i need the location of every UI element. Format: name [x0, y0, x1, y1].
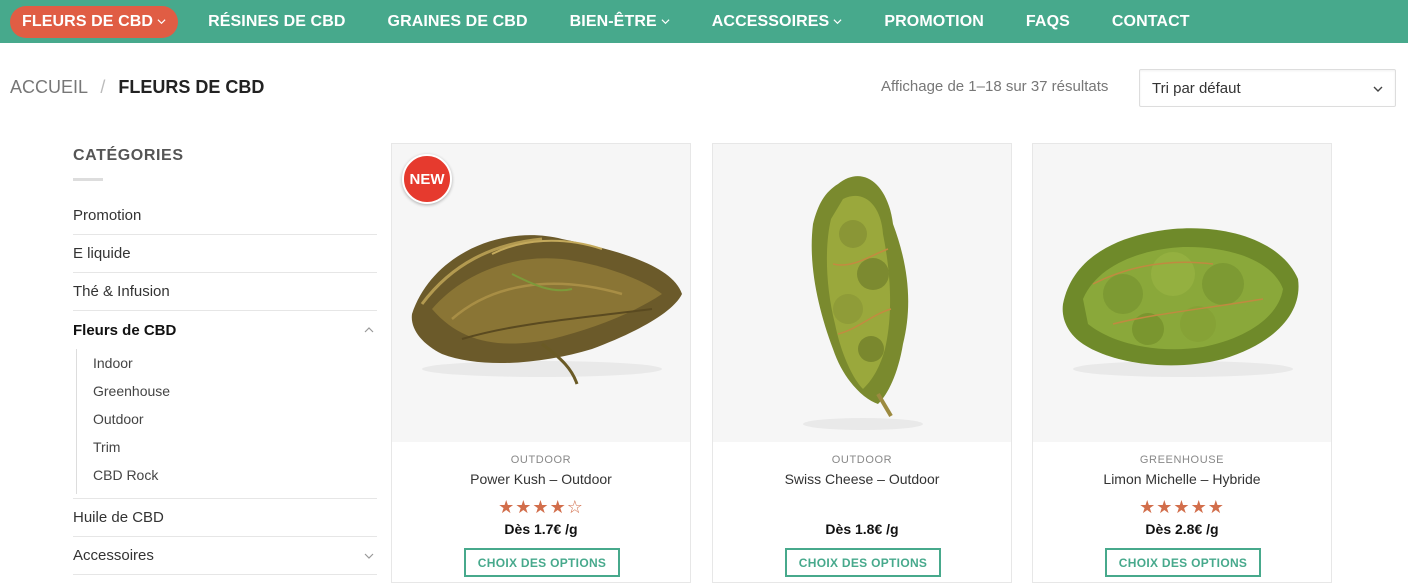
results-count: Affichage de 1–18 sur 37 résultats	[881, 78, 1109, 95]
star-icon: ★	[549, 497, 567, 517]
choose-options-button[interactable]: CHOIX DES OPTIONS	[785, 548, 941, 577]
product-image[interactable]: NEW	[392, 144, 690, 442]
product-card[interactable]: GREENHOUSE Limon Michelle – Hybride ★★★★…	[1032, 143, 1332, 583]
star-icon: ★	[1156, 497, 1174, 517]
star-icon: ★	[1190, 497, 1208, 517]
sidebar-item-label: Thé & Infusion	[73, 283, 170, 300]
star-icon: ★	[498, 497, 516, 517]
chevron-down-icon	[661, 19, 670, 25]
sidebar-item-label: Fleurs de CBD	[73, 321, 177, 339]
sidebar-item-fleurs-de-cbd[interactable]: Fleurs de CBD	[73, 311, 377, 349]
nav-item-label: PROMOTION	[884, 12, 984, 30]
choose-options-button[interactable]: CHOIX DES OPTIONS	[1105, 548, 1261, 577]
sidebar-item-label: E liquide	[73, 245, 131, 262]
product-card[interactable]: OUTDOOR Swiss Cheese – Outdoor Dès 1.8€ …	[712, 143, 1012, 583]
sidebar-item-e-liquide[interactable]: E liquide	[73, 235, 377, 273]
product-name[interactable]: Swiss Cheese – Outdoor	[713, 471, 1011, 487]
sidebar-item-promotion[interactable]: Promotion	[73, 197, 377, 235]
rating-stars: ★★★★☆	[392, 498, 690, 516]
breadcrumb-current: FLEURS DE CBD	[118, 77, 265, 97]
nav-item-label: ACCESSOIRES	[711, 12, 830, 30]
product-name[interactable]: Power Kush – Outdoor	[392, 471, 690, 487]
sidebar-item-label: Huile de CBD	[73, 509, 164, 526]
nav-item-label: FAQS	[1025, 12, 1070, 30]
rating-stars: ★★★★★	[1033, 498, 1331, 516]
chevron-down-icon	[833, 19, 842, 25]
nav-item-resines-de-cbd[interactable]: RÉSINES DE CBD	[208, 6, 345, 38]
breadcrumb-home-link[interactable]: ACCUEIL	[10, 77, 87, 97]
sort-selected-value: Tri par défaut	[1152, 79, 1241, 97]
nav-item-contact[interactable]: CONTACT	[1112, 6, 1190, 38]
cbd-bud-image	[1033, 144, 1331, 442]
star-icon: ★	[532, 497, 550, 517]
new-badge: NEW	[402, 154, 452, 204]
subcategory-cbd-rock[interactable]: CBD Rock	[93, 461, 377, 489]
breadcrumb-separator: /	[100, 77, 106, 97]
chevron-down-icon[interactable]	[363, 550, 375, 562]
star-icon: ★	[1173, 497, 1191, 517]
sidebar-item-accessoires[interactable]: Accessoires	[73, 537, 377, 575]
product-image[interactable]	[1033, 144, 1331, 442]
chevron-down-icon	[1373, 86, 1383, 92]
nav-item-fleurs-de-cbd[interactable]: FLEURS DE CBD	[10, 5, 179, 38]
product-card[interactable]: NEW OUTDOOR Power Kush – Outdoor ★★★★☆ D…	[391, 143, 691, 583]
main-navigation: FLEURS DE CBD RÉSINES DE CBD GRAINES DE …	[0, 0, 1408, 43]
breadcrumb: ACCUEIL / FLEURS DE CBD	[10, 77, 264, 98]
nav-item-label: FLEURS DE CBD	[22, 12, 154, 30]
categories-sidebar: CATÉGORIES Promotion E liquide Thé & Inf…	[73, 140, 377, 575]
nav-item-label: BIEN-ÊTRE	[569, 12, 657, 30]
chevron-up-icon[interactable]	[363, 324, 375, 336]
product-image[interactable]	[713, 144, 1011, 442]
star-icon: ★	[515, 497, 533, 517]
subcategory-group: Indoor Greenhouse Outdoor Trim CBD Rock	[73, 349, 377, 499]
sidebar-item-the-infusion[interactable]: Thé & Infusion	[73, 273, 377, 311]
nav-item-label: RÉSINES DE CBD	[208, 12, 346, 30]
chevron-down-icon	[157, 19, 166, 25]
sidebar-item-label: Promotion	[73, 207, 142, 224]
nav-item-label: CONTACT	[1111, 12, 1190, 30]
choose-options-button[interactable]: CHOIX DES OPTIONS	[464, 548, 620, 577]
sidebar-item-label: Accessoires	[73, 547, 154, 564]
product-price: Dès 2.8€ /g	[1145, 521, 1219, 537]
subcategory-list: Indoor Greenhouse Outdoor Trim CBD Rock	[76, 349, 377, 494]
subcategory-outdoor[interactable]: Outdoor	[93, 405, 377, 433]
title-divider	[73, 178, 103, 181]
category-list: Promotion E liquide Thé & Infusion Fleur…	[73, 197, 377, 575]
nav-item-label: GRAINES DE CBD	[387, 12, 528, 30]
subcategory-indoor[interactable]: Indoor	[93, 349, 377, 377]
sidebar-title: CATÉGORIES	[73, 147, 184, 164]
subcategory-trim[interactable]: Trim	[93, 433, 377, 461]
star-outline-icon: ☆	[566, 497, 584, 517]
product-category[interactable]: OUTDOOR	[392, 454, 690, 466]
nav-item-bien-etre[interactable]: BIEN-ÊTRE	[570, 6, 670, 38]
nav-item-promotion[interactable]: PROMOTION	[884, 6, 984, 38]
product-name[interactable]: Limon Michelle – Hybride	[1033, 471, 1331, 487]
star-icon: ★	[1139, 497, 1157, 517]
product-price: Dès 1.7€ /g	[504, 521, 578, 537]
product-category[interactable]: GREENHOUSE	[1033, 454, 1331, 466]
nav-item-faqs[interactable]: FAQS	[1026, 6, 1070, 38]
product-category[interactable]: OUTDOOR	[713, 454, 1011, 466]
sidebar-item-huile-de-cbd[interactable]: Huile de CBD	[73, 499, 377, 537]
cbd-bud-image	[713, 144, 1011, 442]
nav-item-graines-de-cbd[interactable]: GRAINES DE CBD	[388, 6, 528, 38]
product-price: Dès 1.8€ /g	[825, 521, 899, 537]
star-icon: ★	[1207, 497, 1225, 517]
sort-select[interactable]: Tri par défaut	[1139, 69, 1396, 107]
nav-item-accessoires[interactable]: ACCESSOIRES	[712, 6, 843, 38]
subcategory-greenhouse[interactable]: Greenhouse	[93, 377, 377, 405]
